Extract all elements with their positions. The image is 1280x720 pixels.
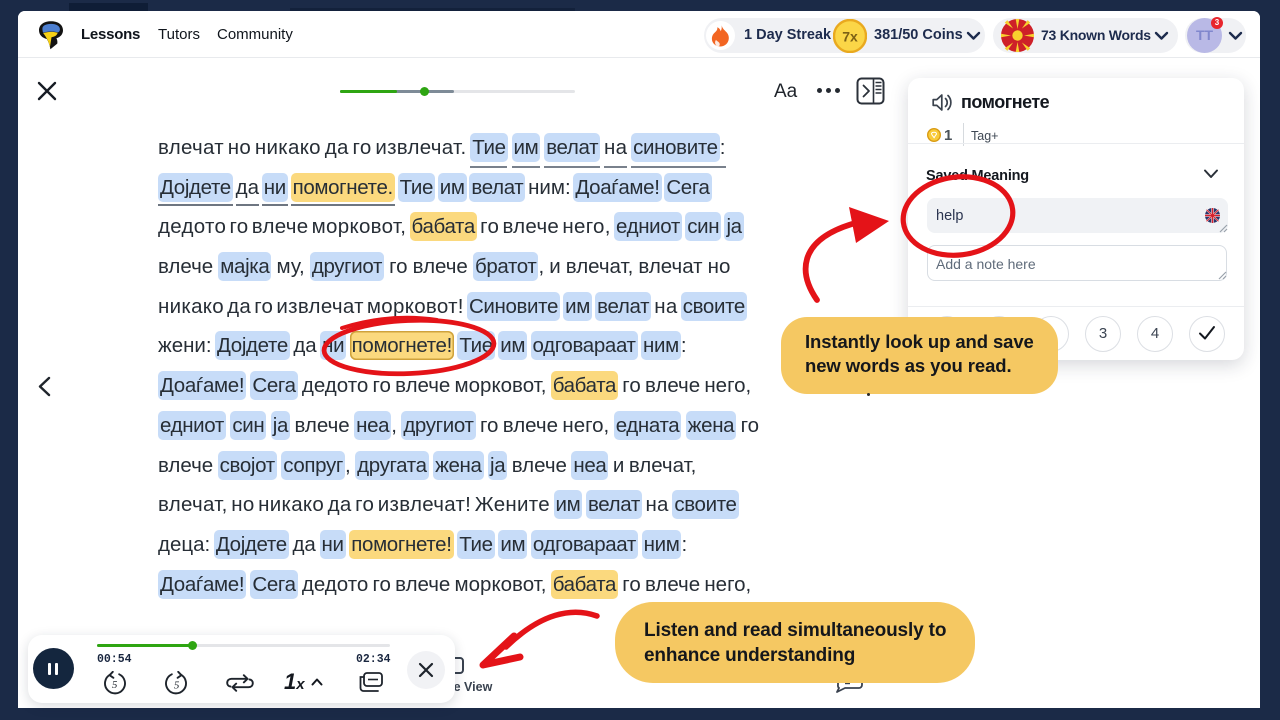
svg-text:7x: 7x <box>842 29 858 45</box>
svg-text:5: 5 <box>112 679 118 691</box>
svg-text:5: 5 <box>174 680 180 692</box>
